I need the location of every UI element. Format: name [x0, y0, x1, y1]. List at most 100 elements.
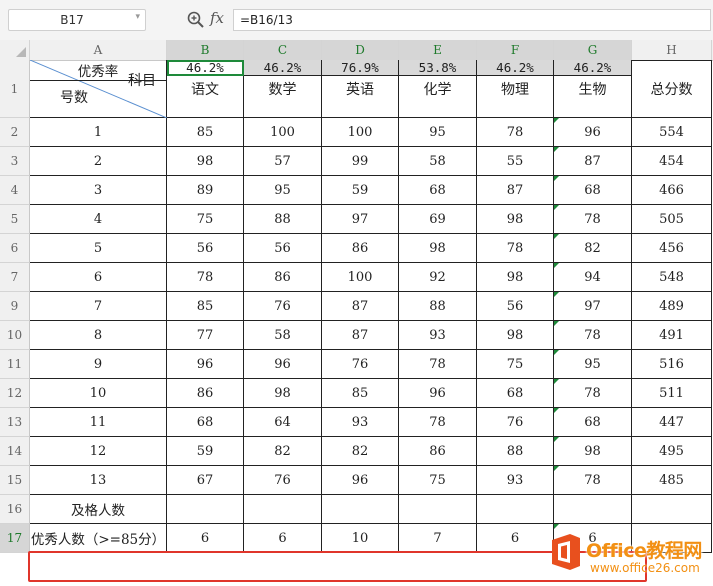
score-cell[interactable]: 96 [399, 379, 477, 408]
row-header-7[interactable]: 7 [0, 263, 30, 292]
score-cell[interactable]: 100 [322, 118, 399, 147]
score-cell[interactable]: 68 [167, 408, 244, 437]
excellent-rate-cell[interactable]: 46.2% [167, 60, 244, 76]
row-header-12[interactable]: 12 [0, 379, 30, 408]
student-number-cell[interactable]: 4 [30, 205, 167, 234]
row-header-6[interactable]: 6 [0, 234, 30, 263]
excellent-count-cell[interactable]: 10 [322, 524, 399, 553]
pass-count-cell[interactable] [244, 495, 322, 524]
chevron-down-icon[interactable]: ▾ [135, 12, 140, 22]
excellent-rate-cell[interactable]: 53.8% [399, 60, 477, 76]
column-header-c[interactable]: C [244, 40, 322, 60]
score-cell[interactable]: 57 [244, 147, 322, 176]
score-cell[interactable]: 78 [554, 321, 632, 350]
score-cell[interactable]: 76 [244, 292, 322, 321]
score-cell[interactable]: 98 [554, 437, 632, 466]
score-cell[interactable]: 98 [167, 147, 244, 176]
score-cell[interactable]: 78 [399, 408, 477, 437]
score-cell[interactable]: 87 [322, 321, 399, 350]
pass-count-cell[interactable] [477, 495, 554, 524]
score-cell[interactable]: 86 [167, 379, 244, 408]
score-cell[interactable]: 94 [554, 263, 632, 292]
student-number-cell[interactable]: 5 [30, 234, 167, 263]
excellent-count-cell[interactable]: 6 [244, 524, 322, 553]
row-header-9[interactable]: 9 [0, 292, 30, 321]
row-header-13[interactable]: 13 [0, 408, 30, 437]
score-cell[interactable]: 68 [399, 176, 477, 205]
student-number-cell[interactable]: 12 [30, 437, 167, 466]
total-score-cell[interactable]: 454 [632, 147, 712, 176]
total-score-cell[interactable]: 505 [632, 205, 712, 234]
summary-label-cell[interactable]: 优秀率 [30, 60, 167, 81]
total-score-cell[interactable]: 447 [632, 408, 712, 437]
score-cell[interactable]: 98 [399, 234, 477, 263]
score-cell[interactable]: 93 [322, 408, 399, 437]
column-header-g[interactable]: G [554, 40, 632, 60]
row-header-1[interactable]: 1 [0, 60, 30, 118]
score-cell[interactable]: 87 [322, 292, 399, 321]
row-header-3[interactable]: 3 [0, 147, 30, 176]
row-header-11[interactable]: 11 [0, 350, 30, 379]
row-header-4[interactable]: 4 [0, 176, 30, 205]
excellent-rate-cell[interactable] [632, 60, 712, 61]
total-score-cell[interactable]: 466 [632, 176, 712, 205]
score-cell[interactable]: 82 [244, 437, 322, 466]
score-cell[interactable]: 88 [477, 437, 554, 466]
score-cell[interactable]: 58 [244, 321, 322, 350]
score-cell[interactable]: 100 [322, 263, 399, 292]
pass-count-cell[interactable] [322, 495, 399, 524]
score-cell[interactable]: 56 [477, 292, 554, 321]
score-cell[interactable]: 78 [399, 350, 477, 379]
score-cell[interactable]: 96 [244, 350, 322, 379]
score-cell[interactable]: 89 [167, 176, 244, 205]
score-cell[interactable]: 68 [554, 408, 632, 437]
total-score-cell[interactable]: 495 [632, 437, 712, 466]
column-header-f[interactable]: F [477, 40, 554, 60]
score-cell[interactable]: 78 [554, 466, 632, 495]
column-header-h[interactable]: H [632, 40, 712, 60]
score-cell[interactable]: 95 [244, 176, 322, 205]
score-cell[interactable]: 93 [399, 321, 477, 350]
score-cell[interactable]: 85 [167, 118, 244, 147]
row-header-2[interactable]: 2 [0, 118, 30, 147]
score-cell[interactable]: 75 [167, 205, 244, 234]
student-number-cell[interactable]: 9 [30, 350, 167, 379]
score-cell[interactable]: 56 [167, 234, 244, 263]
score-cell[interactable]: 76 [477, 408, 554, 437]
column-header-d[interactable]: D [322, 40, 399, 60]
pass-count-cell[interactable] [167, 495, 244, 524]
total-score-cell[interactable]: 511 [632, 379, 712, 408]
name-box[interactable]: B17 ▾ [8, 9, 146, 31]
score-cell[interactable]: 78 [477, 118, 554, 147]
score-cell[interactable]: 77 [167, 321, 244, 350]
score-cell[interactable]: 87 [477, 176, 554, 205]
total-score-cell[interactable]: 516 [632, 350, 712, 379]
excellent-count-cell[interactable]: 6 [477, 524, 554, 553]
row-header-10[interactable]: 10 [0, 321, 30, 350]
score-cell[interactable]: 82 [554, 234, 632, 263]
excellent-rate-cell[interactable]: 46.2% [554, 60, 632, 76]
summary-label-cell[interactable]: 优秀人数（>=85分） [30, 524, 167, 553]
pass-count-cell[interactable] [399, 495, 477, 524]
total-score-cell[interactable]: 489 [632, 292, 712, 321]
score-cell[interactable]: 78 [554, 205, 632, 234]
score-cell[interactable]: 100 [244, 118, 322, 147]
score-cell[interactable]: 76 [244, 466, 322, 495]
score-cell[interactable]: 82 [322, 437, 399, 466]
row-header-17[interactable]: 17 [0, 524, 30, 553]
score-cell[interactable]: 78 [554, 379, 632, 408]
zoom-icon[interactable] [186, 10, 206, 30]
row-header-16[interactable]: 16 [0, 495, 30, 524]
total-score-cell[interactable]: 554 [632, 118, 712, 147]
score-cell[interactable]: 67 [167, 466, 244, 495]
score-cell[interactable]: 92 [399, 263, 477, 292]
total-score-cell[interactable]: 456 [632, 234, 712, 263]
score-cell[interactable]: 75 [399, 466, 477, 495]
student-number-cell[interactable]: 2 [30, 147, 167, 176]
score-cell[interactable]: 85 [322, 379, 399, 408]
score-cell[interactable]: 97 [554, 292, 632, 321]
student-number-cell[interactable]: 1 [30, 118, 167, 147]
score-cell[interactable]: 56 [244, 234, 322, 263]
score-cell[interactable]: 86 [399, 437, 477, 466]
score-cell[interactable]: 68 [554, 176, 632, 205]
